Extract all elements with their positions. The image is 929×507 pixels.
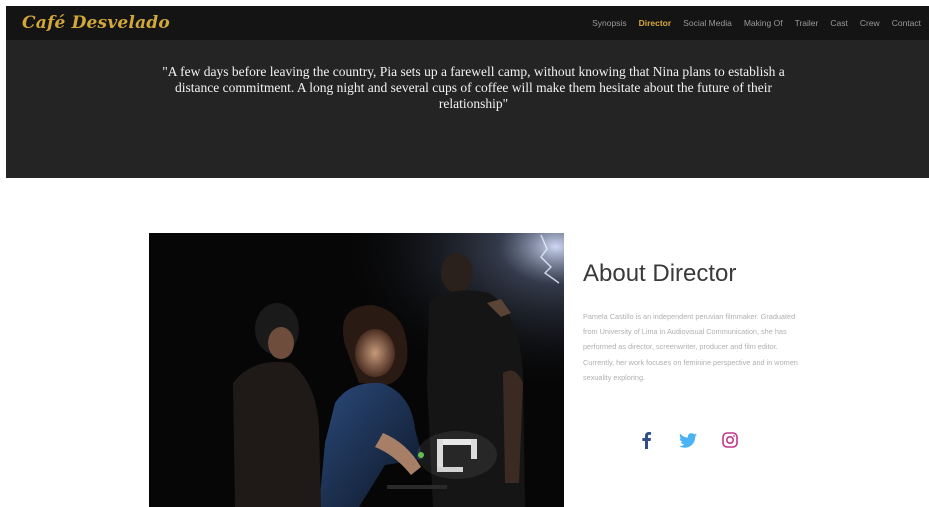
facebook-link[interactable] (637, 431, 655, 449)
about-director-title: About Director (583, 260, 737, 287)
brand-logo[interactable]: Café Desvelado (22, 13, 170, 33)
top-navbar: Café Desvelado Synopsis Director Social … (6, 6, 929, 40)
nav-link-making-of[interactable]: Making Of (744, 18, 783, 28)
nav-link-crew[interactable]: Crew (860, 18, 880, 28)
synopsis-quote: "A few days before leaving the country, … (162, 64, 785, 111)
nav-link-synopsis[interactable]: Synopsis (592, 18, 627, 28)
nav-link-cast[interactable]: Cast (830, 18, 847, 28)
social-links (637, 431, 739, 449)
director-photo (149, 233, 564, 507)
nav-menu: Synopsis Director Social Media Making Of… (592, 6, 921, 40)
nav-link-contact[interactable]: Contact (892, 18, 921, 28)
twitter-icon (679, 432, 697, 448)
nav-link-social-media[interactable]: Social Media (683, 18, 732, 28)
synopsis-hero: "A few days before leaving the country, … (6, 40, 929, 178)
facebook-icon (642, 432, 652, 449)
about-director-section: About Director Pamela Castillo is an ind… (10, 178, 929, 507)
nav-link-trailer[interactable]: Trailer (795, 18, 819, 28)
twitter-link[interactable] (679, 431, 697, 449)
director-bio: Pamela Castillo is an independent peruvi… (583, 312, 798, 382)
instagram-icon (722, 432, 738, 448)
instagram-link[interactable] (721, 431, 739, 449)
page: Café Desvelado Synopsis Director Social … (0, 0, 929, 507)
nav-link-director[interactable]: Director (639, 18, 672, 28)
